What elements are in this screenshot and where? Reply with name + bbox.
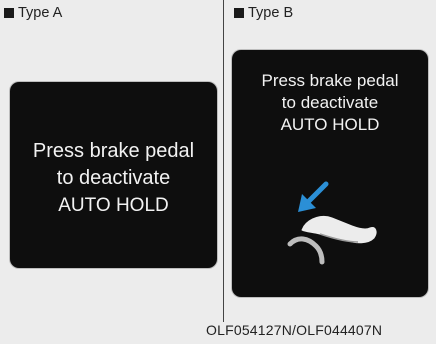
type-b-message-line-2: to deactivate [281,93,379,112]
type-b-message: Press brake pedal to deactivate AUTO HOL… [232,70,428,136]
type-a-display: Press brake pedal to deactivate AUTO HOL… [10,82,217,268]
brake-pedal-press-icon [287,181,377,265]
type-b-label: Type B [234,4,293,22]
type-a-label: Type A [4,4,62,22]
pedal-icon [287,236,325,265]
type-a-message-line-1: Press brake pedal [32,139,195,162]
type-b-label-text: Type B [248,5,294,21]
foot-icon [301,215,377,244]
type-a-message-line-3: AUTO HOLD [58,194,169,216]
type-a-message: Press brake pedal to deactivate AUTO HOL… [33,138,194,219]
type-a-message-line-2: to deactivate [56,166,171,189]
square-bullet-icon [234,8,244,18]
down-left-arrow-icon [298,181,329,212]
square-bullet-icon [4,8,14,18]
panel-divider [223,0,224,322]
figure-caption: OLF054127N/OLF044407N [206,322,383,338]
type-b-message-line-1: Press brake pedal [261,71,399,90]
type-a-label-text: Type A [18,5,63,21]
type-b-message-line-3: AUTO HOLD [280,115,380,134]
type-b-display: Press brake pedal to deactivate AUTO HOL… [232,50,428,297]
